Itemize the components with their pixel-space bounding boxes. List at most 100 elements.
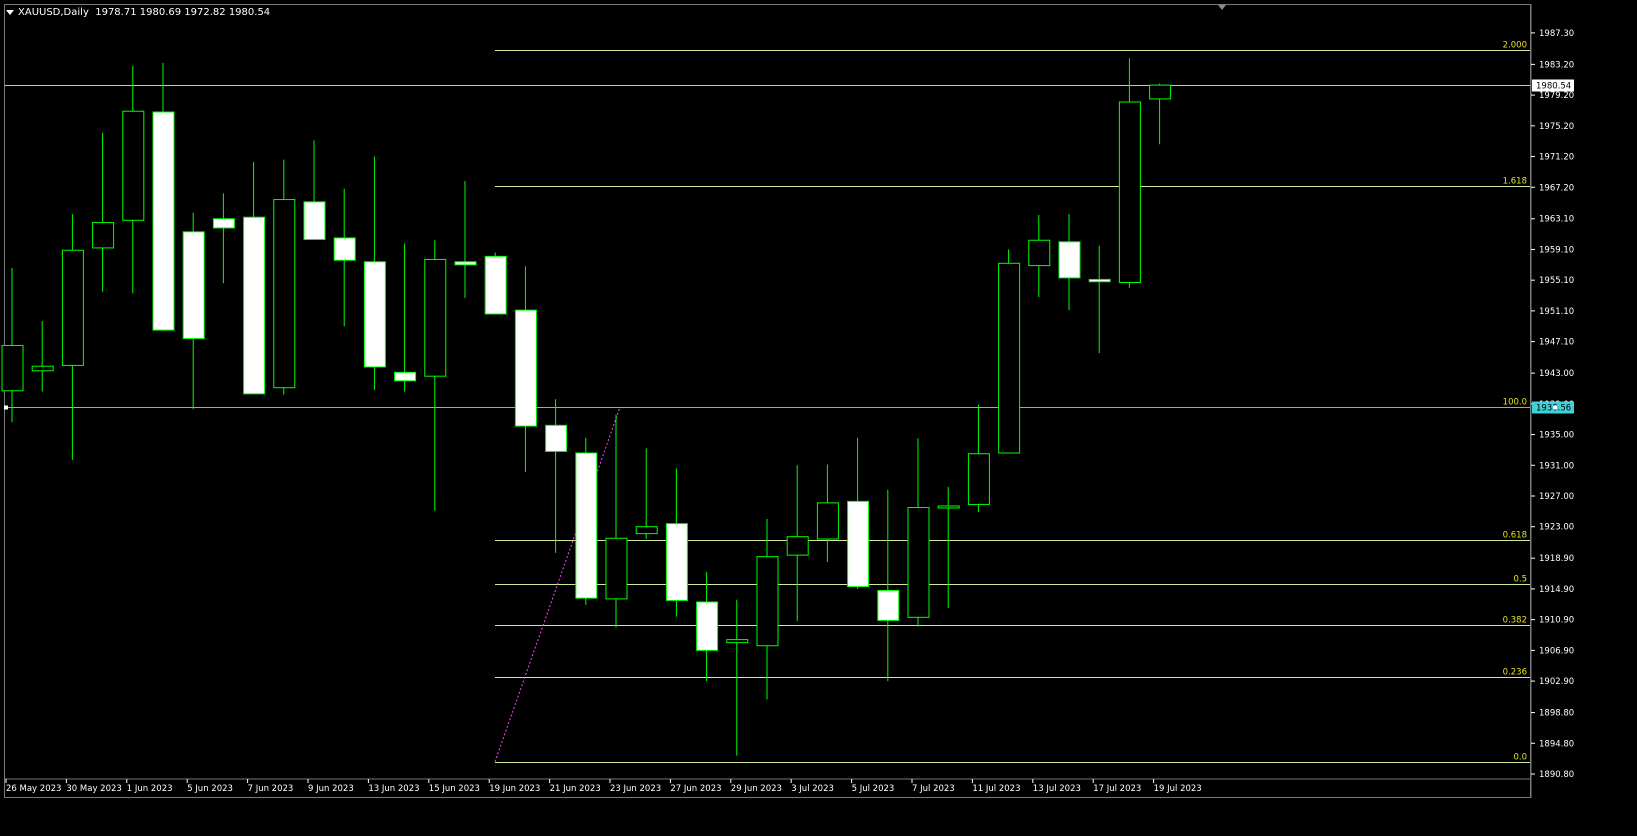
time-axis: 26 May 2023 30 May 2023 1 Jun 2023 5 Jun 20… [4,778,1531,794]
time-tick-label: 11 Jul 2023 [972,784,1020,794]
price-tick-label: 1910.90 [1539,616,1574,626]
fib-label-0-618: 0.618 [1503,531,1527,541]
time-tick-label: 19 Jul 2023 [1154,784,1202,794]
bearish-candle[interactable] [243,216,266,395]
price-tick-label: 1890.80 [1539,770,1574,780]
bearish-candle[interactable] [1088,278,1111,283]
price-tick-label: 1971.20 [1539,153,1574,163]
bullish-candle[interactable] [424,258,447,377]
time-tick-label: 26 May 2023 [6,784,61,794]
price-tick-label: 1931.00 [1539,461,1574,471]
time-tick-label: 1 Jun 2023 [127,784,173,794]
time-tick-label: 13 Jun 2023 [368,784,419,794]
bullish-candle[interactable] [635,526,658,535]
time-tick-label: 3 Jul 2023 [791,784,834,794]
chart-shift-icon[interactable] [1218,5,1226,10]
price-tick-label: 1898.80 [1539,709,1574,719]
price-tick-label: 1967.20 [1539,183,1574,193]
price-tick-label: 1943.00 [1539,369,1574,379]
bearish-candle[interactable] [333,237,356,261]
price-tick-label: 1963.10 [1539,215,1574,225]
bullish-candle[interactable] [786,536,809,556]
bearish-candle[interactable] [877,589,900,621]
time-tick-label: 21 Jun 2023 [550,784,601,794]
bearish-candle[interactable] [363,261,386,368]
bearish-candle[interactable] [847,500,870,588]
price-tick-label: 1987.30 [1539,29,1574,39]
price-tick-label: 1894.80 [1539,739,1574,749]
price-tick-label: 1951.10 [1539,307,1574,317]
price-tick-label: 1918.90 [1539,554,1574,564]
price-tick-label: 1923.00 [1539,523,1574,533]
bearish-candle[interactable] [484,255,507,315]
bearish-candle[interactable] [182,231,205,340]
fib-label-0-5: 0.5 [1513,575,1527,585]
time-tick-label: 7 Jun 2023 [248,784,294,794]
bullish-candle[interactable] [756,556,779,647]
time-tick-label: 15 Jun 2023 [429,784,480,794]
bullish-candle[interactable] [937,505,960,509]
bullish-candle[interactable] [1028,239,1051,267]
price-chart[interactable]: 0.0 0.236 0.382 0.5 0.618 100.0 1.618 2.000 198… [0,0,1637,836]
bullish-candle[interactable] [273,199,296,389]
price-tick-label: 1902.90 [1539,677,1574,687]
bullish-candle[interactable] [816,502,839,540]
time-tick-label: 7 Jul 2023 [912,784,955,794]
time-tick-label: 5 Jul 2023 [852,784,895,794]
price-tick-label: 1975.20 [1539,122,1574,132]
bullish-candle[interactable] [61,249,84,366]
time-tick-label: 29 Jun 2023 [731,784,782,794]
price-tick-label: 1979.20 [1539,91,1574,101]
bullish-candle[interactable] [1,344,24,392]
bearish-candle[interactable] [696,601,719,651]
price-tick-label: 1927.00 [1539,492,1574,502]
price-tick-label: 1935.00 [1539,431,1574,441]
level-anchor-handle-right-icon[interactable] [1553,405,1557,410]
fib-label-0-236: 0.236 [1503,668,1527,678]
bearish-candle[interactable] [665,523,688,601]
bearish-candle[interactable] [152,111,175,331]
fib-label-2-000: 2.000 [1503,41,1527,51]
bearish-candle[interactable] [212,218,235,229]
price-axis: 1987.30 1983.20 1979.20 1975.20 1971.20 1967.… [1530,4,1574,798]
time-tick-label: 5 Jun 2023 [187,784,233,794]
chart-window[interactable]: XAUUSD,Daily 1978.71 1980.69 1972.82 198… [0,0,1637,836]
bullish-candle[interactable] [31,365,54,372]
bearish-candle[interactable] [454,261,477,266]
bullish-candle[interactable] [907,507,930,618]
chart-markers [4,5,1557,410]
fib-label-1-618: 1.618 [1503,177,1527,187]
fib-label-100-0: 100.0 [1503,398,1527,408]
candles [1,58,1172,756]
price-tick-label: 1906.90 [1539,646,1574,656]
current-price-label: 1980.54 [1536,82,1571,92]
bearish-candle[interactable] [545,424,568,452]
time-tick-label: 13 Jul 2023 [1033,784,1081,794]
time-tick-label: 9 Jun 2023 [308,784,354,794]
time-tick-label: 23 Jun 2023 [610,784,661,794]
fib-label-0-382: 0.382 [1503,616,1527,626]
level-anchor-handle-icon[interactable] [4,405,8,410]
time-tick-label: 17 Jul 2023 [1093,784,1141,794]
bullish-candle[interactable] [1149,84,1172,100]
bearish-candle[interactable] [394,371,417,382]
bearish-candle[interactable] [514,309,537,427]
price-tick-label: 1947.10 [1539,338,1574,348]
time-tick-label: 27 Jun 2023 [670,784,721,794]
bullish-candle[interactable] [1118,101,1141,283]
price-tick-label: 1955.10 [1539,276,1574,286]
time-tick-label: 30 May 2023 [66,784,121,794]
time-tick-label: 19 Jun 2023 [489,784,540,794]
bullish-candle[interactable] [726,639,749,644]
bullish-candle[interactable] [92,222,115,249]
bearish-candle[interactable] [303,201,326,240]
bearish-candle[interactable] [1058,241,1081,279]
price-tick-label: 1959.10 [1539,245,1574,255]
price-tick-label: 1983.20 [1539,60,1574,70]
bullish-candle[interactable] [605,537,628,600]
bullish-candle[interactable] [998,262,1021,454]
fib-label-0-0: 0.0 [1513,753,1527,763]
bullish-candle[interactable] [967,453,990,505]
bearish-candle[interactable] [575,452,598,599]
bullish-candle[interactable] [122,110,145,221]
